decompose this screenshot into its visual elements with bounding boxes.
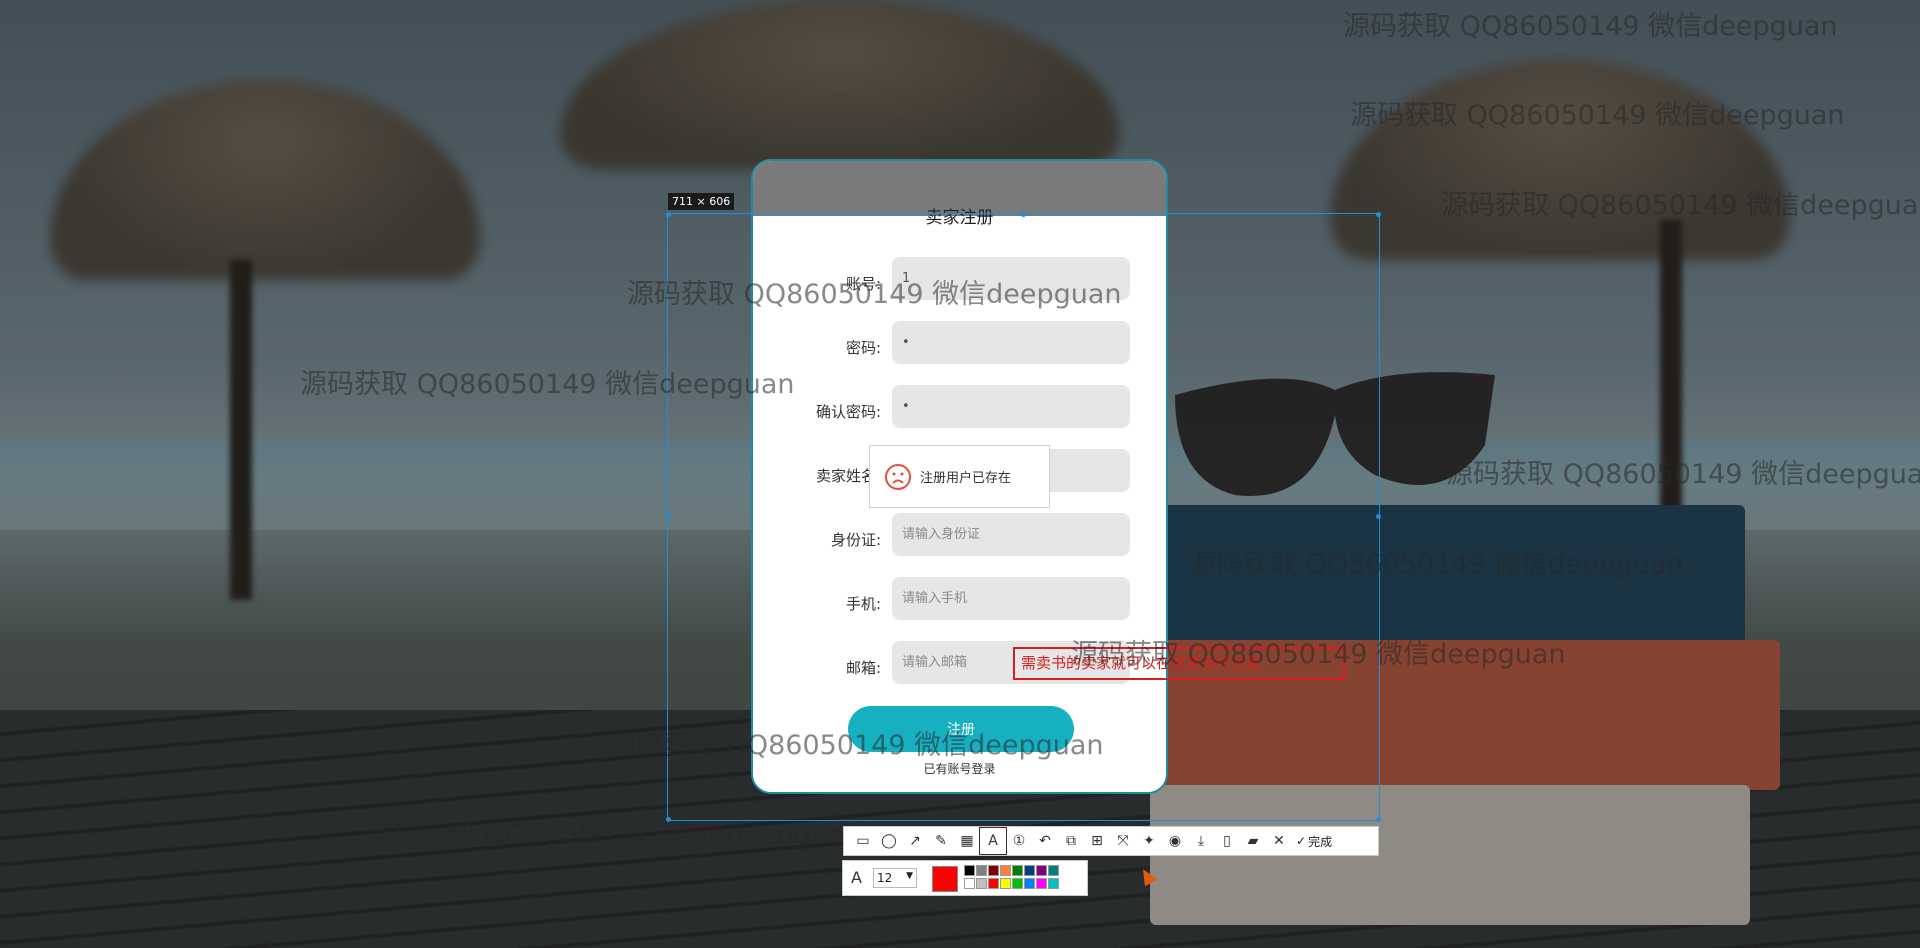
color-swatch[interactable] xyxy=(1048,865,1059,876)
color-swatch[interactable] xyxy=(1048,878,1059,889)
color-swatch[interactable] xyxy=(1012,878,1023,889)
sad-face-icon xyxy=(885,463,911,490)
resize-handle[interactable] xyxy=(666,212,671,217)
color-swatch[interactable] xyxy=(988,865,999,876)
translate-icon[interactable]: ⊞ xyxy=(1084,828,1110,854)
color-swatch[interactable] xyxy=(976,878,987,889)
toast-message: 注册用户已存在 xyxy=(920,471,1012,486)
selection-size-label: 711 × 606 xyxy=(668,193,735,210)
mosaic-icon[interactable]: ▦ xyxy=(954,828,980,854)
resize-handle[interactable] xyxy=(1376,212,1381,217)
save-icon[interactable]: ⤓ xyxy=(1188,828,1214,854)
scroll-capture-icon[interactable]: ⤧ xyxy=(1110,828,1136,854)
capture-selection[interactable] xyxy=(667,213,1380,821)
font-size-value: 12 xyxy=(877,871,893,885)
color-swatch[interactable] xyxy=(1036,878,1047,889)
copy-icon[interactable]: ▯ xyxy=(1214,828,1240,854)
number-icon[interactable]: ① xyxy=(1006,828,1032,854)
text-style-bar: A 12 ▼ xyxy=(842,860,1088,896)
error-toast: 注册用户已存在 xyxy=(869,445,1050,508)
color-swatch[interactable] xyxy=(1000,865,1011,876)
resize-handle[interactable] xyxy=(666,514,671,519)
resize-handle[interactable] xyxy=(1021,212,1026,217)
rectangle-icon[interactable]: ▭ xyxy=(850,828,876,854)
color-swatch[interactable] xyxy=(1036,865,1047,876)
resize-handle[interactable] xyxy=(666,817,671,822)
pin-icon[interactable]: ✦ xyxy=(1136,828,1162,854)
color-swatch[interactable] xyxy=(1024,865,1035,876)
record-icon[interactable]: ◉ xyxy=(1162,828,1188,854)
done-label: 完成 xyxy=(1308,834,1333,849)
undo-icon[interactable]: ↶ xyxy=(1032,828,1058,854)
close-icon[interactable]: ✕ xyxy=(1266,828,1292,854)
capture-toolbar: ▭ ◯ ↗ ✎ ▦ A ① ↶ ⧉ ⊞ ⤧ ✦ ◉ ⤓ ▯ ▰ ✕ ✓ 完成 xyxy=(843,826,1379,856)
color-swatch[interactable] xyxy=(988,878,999,889)
font-size-select[interactable]: 12 ▼ xyxy=(873,868,917,888)
ocr-icon[interactable]: ⧉ xyxy=(1058,828,1084,854)
color-swatch[interactable] xyxy=(964,865,975,876)
text-icon[interactable]: A xyxy=(979,827,1007,855)
done-button[interactable]: ✓ 完成 xyxy=(1296,833,1332,850)
check-icon: ✓ xyxy=(1296,834,1307,848)
text-annotation[interactable]: 需卖书的卖家就可以在这里进行注册 xyxy=(1013,647,1345,680)
resize-handle[interactable] xyxy=(1376,514,1381,519)
resize-handle[interactable] xyxy=(1376,817,1381,822)
ellipse-icon[interactable]: ◯ xyxy=(876,828,902,854)
collect-icon[interactable]: ▰ xyxy=(1240,828,1266,854)
color-swatch[interactable] xyxy=(1012,865,1023,876)
current-color-swatch[interactable] xyxy=(932,866,958,892)
chevron-down-icon: ▼ xyxy=(906,871,913,881)
color-swatch[interactable] xyxy=(976,865,987,876)
arrow-icon[interactable]: ↗ xyxy=(902,828,928,854)
color-swatch[interactable] xyxy=(964,878,975,889)
color-swatch[interactable] xyxy=(1024,878,1035,889)
color-swatch[interactable] xyxy=(1000,878,1011,889)
font-icon: A xyxy=(851,868,862,887)
pen-icon[interactable]: ✎ xyxy=(928,828,954,854)
